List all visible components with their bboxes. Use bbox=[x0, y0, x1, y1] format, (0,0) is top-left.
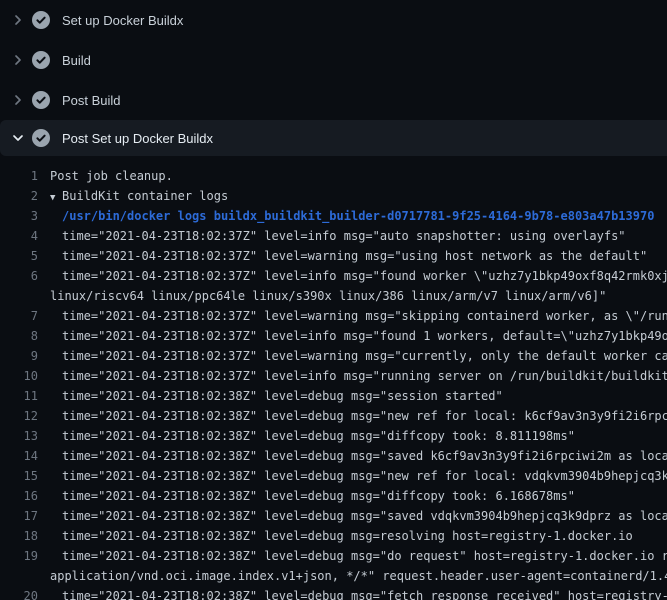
log-text: time="2021-04-23T18:02:37Z" level=info m… bbox=[62, 266, 667, 286]
line-number[interactable]: 18 bbox=[0, 526, 38, 546]
log-line: 9 time="2021-04-23T18:02:37Z" level=warni… bbox=[0, 346, 667, 366]
step-label: Post Build bbox=[62, 93, 121, 108]
log-text: time="2021-04-23T18:02:37Z" level=info m… bbox=[62, 226, 626, 246]
log-command-text: /usr/bin/docker logs buildx_buildkit_bui… bbox=[62, 206, 654, 226]
log-line: 2 ▼BuildKit container logs bbox=[0, 186, 667, 206]
line-number[interactable]: 2 bbox=[0, 186, 38, 206]
log-text: time="2021-04-23T18:02:38Z" level=debug … bbox=[62, 506, 667, 526]
steps-list: Set up Docker Buildx Build Post Build Post … bbox=[0, 0, 667, 156]
log-output: 1 Post job cleanup. 2 ▼BuildKit container l… bbox=[0, 156, 667, 600]
log-line: 5 time="2021-04-23T18:02:37Z" level=warni… bbox=[0, 246, 667, 266]
line-number[interactable]: 20 bbox=[0, 586, 38, 600]
log-text: time="2021-04-23T18:02:37Z" level=warnin… bbox=[62, 246, 647, 266]
workflow-log-viewer: Set up Docker Buildx Build Post Build Post … bbox=[0, 0, 667, 600]
log-text: time="2021-04-23T18:02:38Z" level=debug … bbox=[62, 526, 633, 546]
chevron-right-icon[interactable] bbox=[10, 12, 26, 28]
log-text: linux/riscv64 linux/ppc64le linux/s390x … bbox=[50, 286, 606, 306]
step-label: Post Set up Docker Buildx bbox=[62, 131, 213, 146]
check-circle-icon bbox=[32, 91, 50, 109]
line-number[interactable]: 14 bbox=[0, 446, 38, 466]
log-line: 8 time="2021-04-23T18:02:37Z" level=info … bbox=[0, 326, 667, 346]
log-text: time="2021-04-23T18:02:38Z" level=debug … bbox=[62, 406, 667, 426]
log-text: time="2021-04-23T18:02:38Z" level=debug … bbox=[62, 546, 667, 566]
log-line: 10 time="2021-04-23T18:02:37Z" level=info… bbox=[0, 366, 667, 386]
line-number[interactable]: 15 bbox=[0, 466, 38, 486]
log-text: Post job cleanup. bbox=[50, 166, 173, 186]
step-label: Build bbox=[62, 53, 91, 68]
log-line: 18 time="2021-04-23T18:02:38Z" level=debu… bbox=[0, 526, 667, 546]
line-number[interactable]: 9 bbox=[0, 346, 38, 366]
log-line: 13 time="2021-04-23T18:02:38Z" level=debu… bbox=[0, 426, 667, 446]
check-circle-icon bbox=[32, 129, 50, 147]
log-text: time="2021-04-23T18:02:38Z" level=debug … bbox=[62, 486, 575, 506]
log-line: 19 time="2021-04-23T18:02:38Z" level=debu… bbox=[0, 546, 667, 566]
check-circle-icon bbox=[32, 11, 50, 29]
line-number[interactable]: 7 bbox=[0, 306, 38, 326]
log-line: 15 time="2021-04-23T18:02:38Z" level=debu… bbox=[0, 466, 667, 486]
step-header-set-up-docker-buildx[interactable]: Set up Docker Buildx bbox=[0, 0, 667, 40]
log-text: time="2021-04-23T18:02:38Z" level=debug … bbox=[62, 466, 667, 486]
chevron-down-icon[interactable] bbox=[10, 130, 26, 146]
step-header-post-build[interactable]: Post Build bbox=[0, 80, 667, 120]
log-text: time="2021-04-23T18:02:38Z" level=debug … bbox=[62, 586, 667, 600]
log-line: 11 time="2021-04-23T18:02:38Z" level=debu… bbox=[0, 386, 667, 406]
log-text: time="2021-04-23T18:02:37Z" level=warnin… bbox=[62, 346, 667, 366]
log-group-toggle[interactable]: ▼BuildKit container logs bbox=[50, 186, 228, 208]
log-text: time="2021-04-23T18:02:38Z" level=debug … bbox=[62, 426, 575, 446]
log-line: 16 time="2021-04-23T18:02:38Z" level=debu… bbox=[0, 486, 667, 506]
line-number[interactable]: 16 bbox=[0, 486, 38, 506]
log-line: 12 time="2021-04-23T18:02:38Z" level=debu… bbox=[0, 406, 667, 426]
line-number[interactable]: 5 bbox=[0, 246, 38, 266]
log-line-continuation: linux/riscv64 linux/ppc64le linux/s390x … bbox=[0, 286, 667, 306]
log-text: time="2021-04-23T18:02:37Z" level=info m… bbox=[62, 326, 667, 346]
log-line: 3/usr/bin/docker logs buildx_buildkit_bu… bbox=[0, 206, 667, 226]
chevron-right-icon[interactable] bbox=[10, 52, 26, 68]
log-line: 6 time="2021-04-23T18:02:37Z" level=info … bbox=[0, 266, 667, 286]
log-text: time="2021-04-23T18:02:38Z" level=debug … bbox=[62, 386, 503, 406]
line-number[interactable]: 11 bbox=[0, 386, 38, 406]
step-label: Set up Docker Buildx bbox=[62, 13, 183, 28]
chevron-right-icon[interactable] bbox=[10, 92, 26, 108]
log-line: 4 time="2021-04-23T18:02:37Z" level=info … bbox=[0, 226, 667, 246]
log-line-continuation: application/vnd.oci.image.index.v1+json,… bbox=[0, 566, 667, 586]
log-line: 14 time="2021-04-23T18:02:38Z" level=debu… bbox=[0, 446, 667, 466]
line-number[interactable]: 17 bbox=[0, 506, 38, 526]
log-line: 1 Post job cleanup. bbox=[0, 166, 667, 186]
line-number[interactable]: 4 bbox=[0, 226, 38, 246]
log-line: 17 time="2021-04-23T18:02:38Z" level=debu… bbox=[0, 506, 667, 526]
log-line: 20 time="2021-04-23T18:02:38Z" level=debu… bbox=[0, 586, 667, 600]
step-header-post-set-up-docker-buildx[interactable]: Post Set up Docker Buildx bbox=[0, 120, 667, 156]
log-group-label[interactable]: BuildKit container logs bbox=[62, 189, 228, 203]
log-text: application/vnd.oci.image.index.v1+json,… bbox=[50, 566, 667, 586]
line-number[interactable]: 12 bbox=[0, 406, 38, 426]
line-number[interactable]: 6 bbox=[0, 266, 38, 286]
step-header-build[interactable]: Build bbox=[0, 40, 667, 80]
log-text: time="2021-04-23T18:02:37Z" level=warnin… bbox=[62, 306, 667, 326]
triangle-down-icon[interactable]: ▼ bbox=[50, 188, 62, 208]
log-text: time="2021-04-23T18:02:38Z" level=debug … bbox=[62, 446, 667, 466]
line-number[interactable]: 19 bbox=[0, 546, 38, 566]
log-line: 7 time="2021-04-23T18:02:37Z" level=warni… bbox=[0, 306, 667, 326]
check-circle-icon bbox=[32, 51, 50, 69]
line-number[interactable]: 10 bbox=[0, 366, 38, 386]
line-number[interactable]: 8 bbox=[0, 326, 38, 346]
line-number[interactable]: 3 bbox=[0, 206, 38, 226]
line-number[interactable]: 13 bbox=[0, 426, 38, 446]
line-number[interactable]: 1 bbox=[0, 166, 38, 186]
log-text: time="2021-04-23T18:02:37Z" level=info m… bbox=[62, 366, 667, 386]
